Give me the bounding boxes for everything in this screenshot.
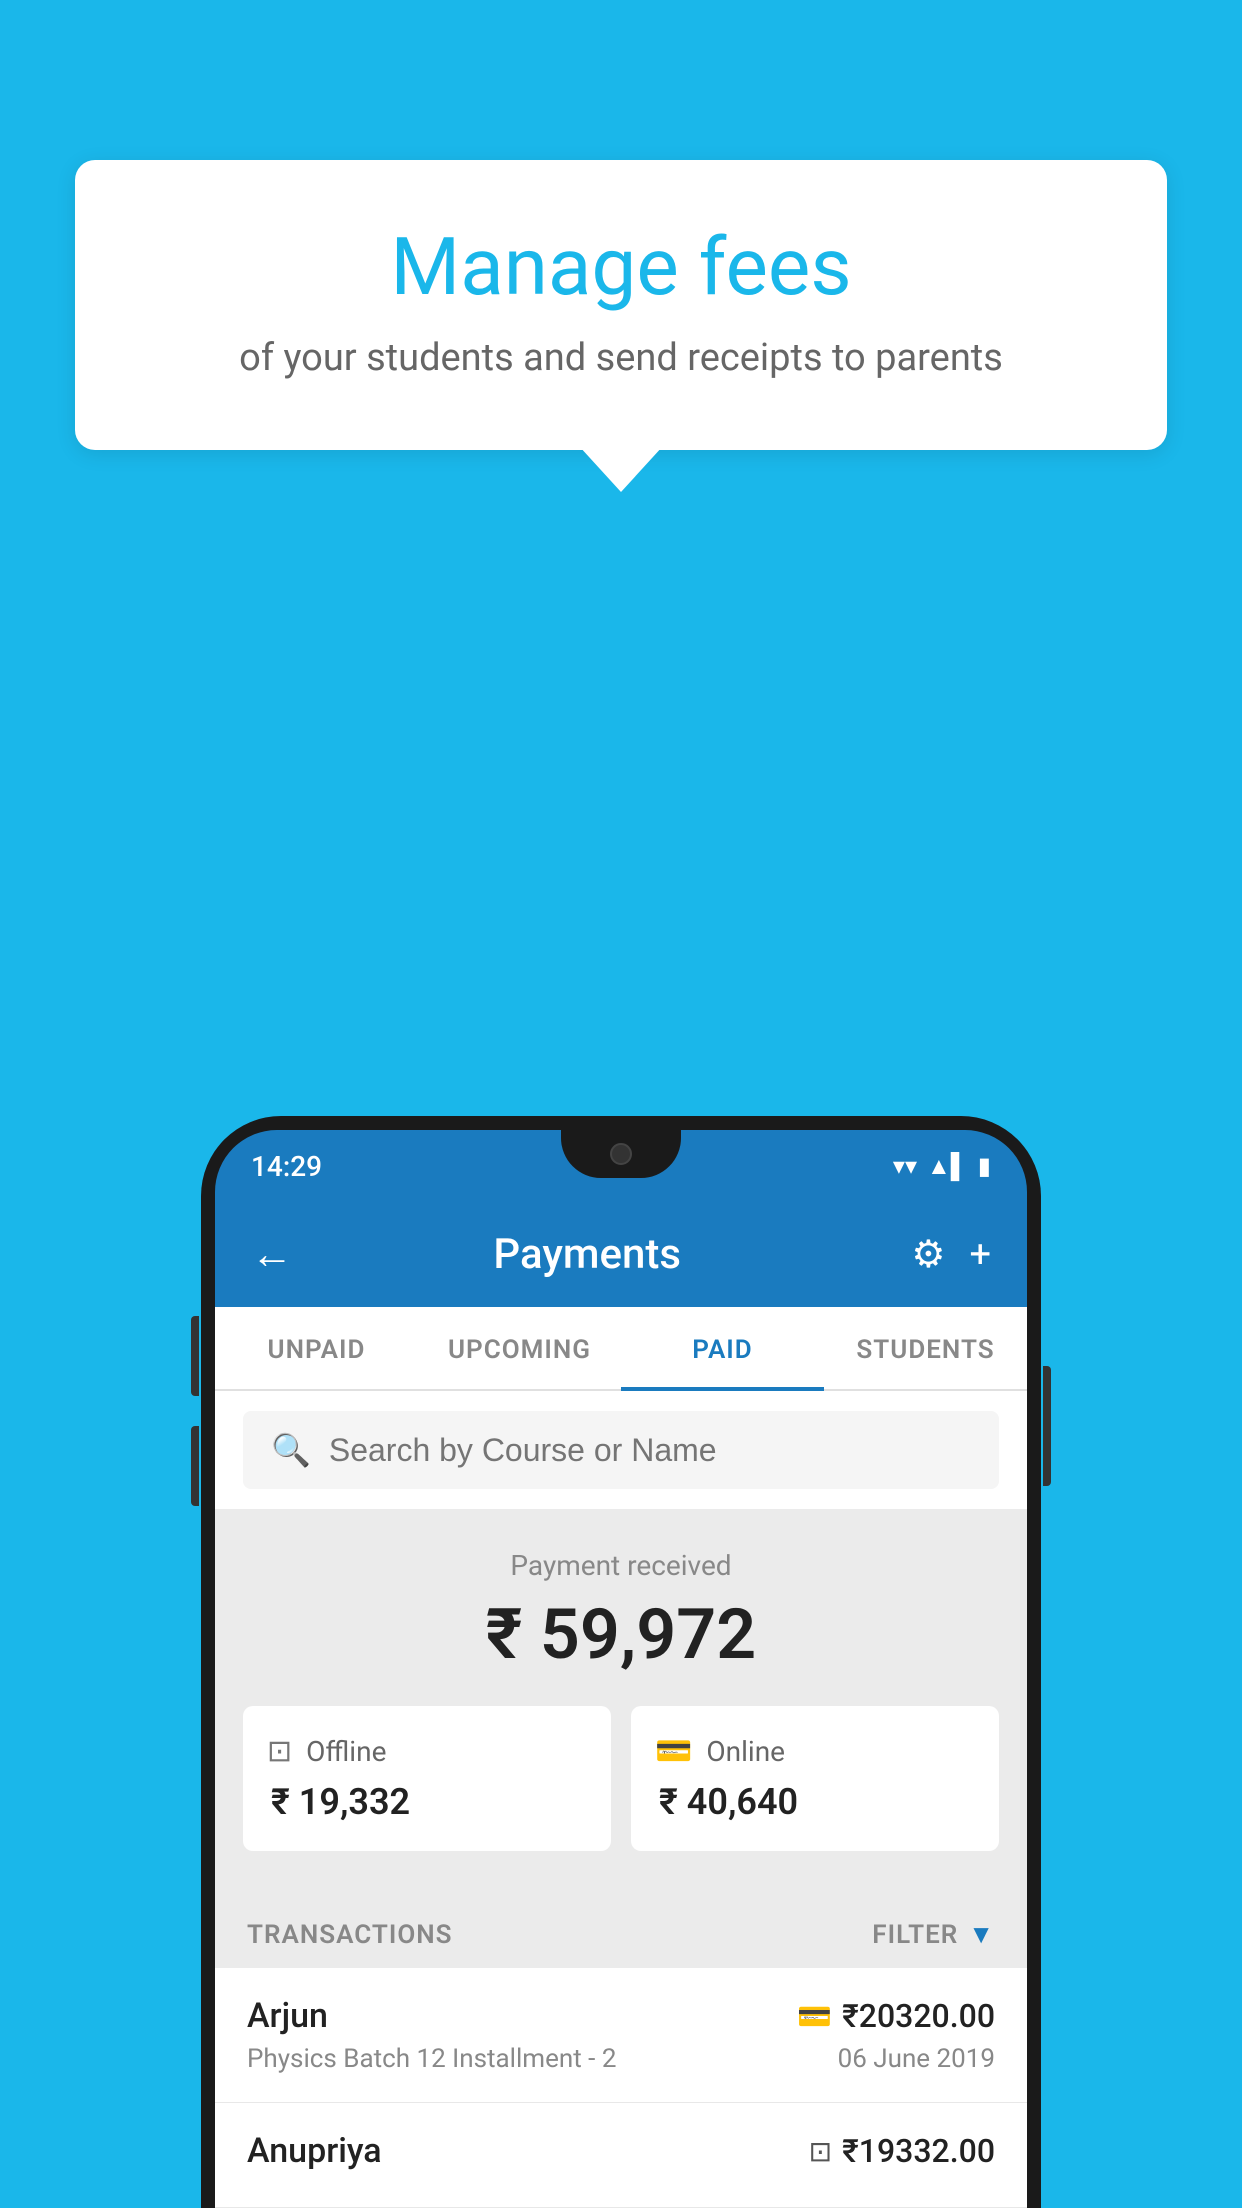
payment-total-amount: ₹ 59,972 (215, 1594, 1027, 1676)
amount-area: 💳 ₹20320.00 (797, 1997, 995, 2035)
amount-area: ⊡ ₹19332.00 (809, 2132, 995, 2170)
phone-outer: 14:29 ▾▾ ▲▌ ▮ ← Payments ⚙ + UNPAID (201, 1116, 1041, 2208)
offline-amount: ₹ 19,332 (267, 1781, 587, 1823)
tab-upcoming[interactable]: UPCOMING (418, 1307, 621, 1389)
battery-icon: ▮ (978, 1152, 991, 1180)
settings-icon[interactable]: ⚙ (911, 1232, 945, 1277)
filter-button[interactable]: FILTER ▼ (872, 1919, 995, 1950)
payment-type-icon: ⊡ (809, 2135, 832, 2168)
add-icon[interactable]: + (969, 1233, 991, 1277)
transactions-label: TRANSACTIONS (247, 1920, 453, 1950)
tab-students[interactable]: STUDENTS (824, 1307, 1027, 1389)
speech-bubble: Manage fees of your students and send re… (75, 160, 1167, 450)
offline-card-header: ⊡ Offline (267, 1734, 587, 1769)
online-card: 💳 Online ₹ 40,640 (631, 1706, 999, 1851)
transaction-date: 06 June 2019 (838, 2044, 995, 2074)
table-row[interactable]: Arjun 💳 ₹20320.00 Physics Batch 12 Insta… (215, 1968, 1027, 2103)
tabs: UNPAID UPCOMING PAID STUDENTS (215, 1307, 1027, 1391)
wifi-icon: ▾▾ (893, 1152, 917, 1180)
offline-label: Offline (306, 1735, 386, 1768)
tab-unpaid[interactable]: UNPAID (215, 1307, 418, 1389)
student-name: Arjun (247, 1996, 328, 2036)
online-amount: ₹ 40,640 (655, 1781, 975, 1823)
notch (561, 1130, 681, 1178)
bubble-title: Manage fees (145, 220, 1097, 314)
search-input[interactable] (329, 1432, 971, 1469)
online-label: Online (706, 1735, 785, 1768)
power-button (1043, 1366, 1051, 1486)
search-bar[interactable]: 🔍 (243, 1411, 999, 1489)
course-info: Physics Batch 12 Installment - 2 (247, 2044, 616, 2074)
offline-icon: ⊡ (267, 1734, 292, 1769)
bubble-subtitle: of your students and send receipts to pa… (145, 336, 1097, 380)
table-row[interactable]: Anupriya ⊡ ₹19332.00 (215, 2103, 1027, 2208)
transaction-amount: ₹19332.00 (842, 2132, 995, 2170)
filter-icon: ▼ (968, 1919, 995, 1950)
signal-icon: ▲▌ (927, 1152, 968, 1181)
payment-type-icon: 💳 (797, 2000, 832, 2033)
search-container: 🔍 (215, 1391, 1027, 1509)
app-bar-actions: ⚙ + (911, 1232, 991, 1277)
transactions-list: Arjun 💳 ₹20320.00 Physics Batch 12 Insta… (215, 1968, 1027, 2208)
app-bar: ← Payments ⚙ + (215, 1202, 1027, 1307)
status-icons: ▾▾ ▲▌ ▮ (893, 1152, 991, 1181)
transaction-amount: ₹20320.00 (842, 1997, 995, 2035)
online-icon: 💳 (655, 1734, 692, 1769)
online-card-header: 💳 Online (655, 1734, 975, 1769)
row-bottom: Physics Batch 12 Installment - 2 06 June… (247, 2044, 995, 2074)
status-bar: 14:29 ▾▾ ▲▌ ▮ (215, 1130, 1027, 1202)
payment-cards: ⊡ Offline ₹ 19,332 💳 Online ₹ 40,640 (215, 1706, 1027, 1861)
transactions-header: TRANSACTIONS FILTER ▼ (215, 1891, 1027, 1968)
filter-label: FILTER (872, 1920, 958, 1950)
payment-received-label: Payment received (215, 1549, 1027, 1582)
phone-screen: UNPAID UPCOMING PAID STUDENTS 🔍 Payment … (215, 1307, 1027, 2208)
search-icon: 🔍 (271, 1431, 311, 1469)
student-name: Anupriya (247, 2131, 382, 2171)
phone-mockup: 14:29 ▾▾ ▲▌ ▮ ← Payments ⚙ + UNPAID (201, 1116, 1041, 2208)
volume-down-button (191, 1426, 199, 1506)
offline-card: ⊡ Offline ₹ 19,332 (243, 1706, 611, 1851)
row-top: Arjun 💳 ₹20320.00 (247, 1996, 995, 2036)
volume-up-button (191, 1316, 199, 1396)
status-time: 14:29 (251, 1150, 322, 1183)
payment-summary: Payment received ₹ 59,972 ⊡ Offline ₹ 19… (215, 1509, 1027, 1891)
row-top: Anupriya ⊡ ₹19332.00 (247, 2131, 995, 2171)
app-bar-title: Payments (263, 1230, 911, 1279)
camera (610, 1143, 632, 1165)
tab-paid[interactable]: PAID (621, 1307, 824, 1389)
